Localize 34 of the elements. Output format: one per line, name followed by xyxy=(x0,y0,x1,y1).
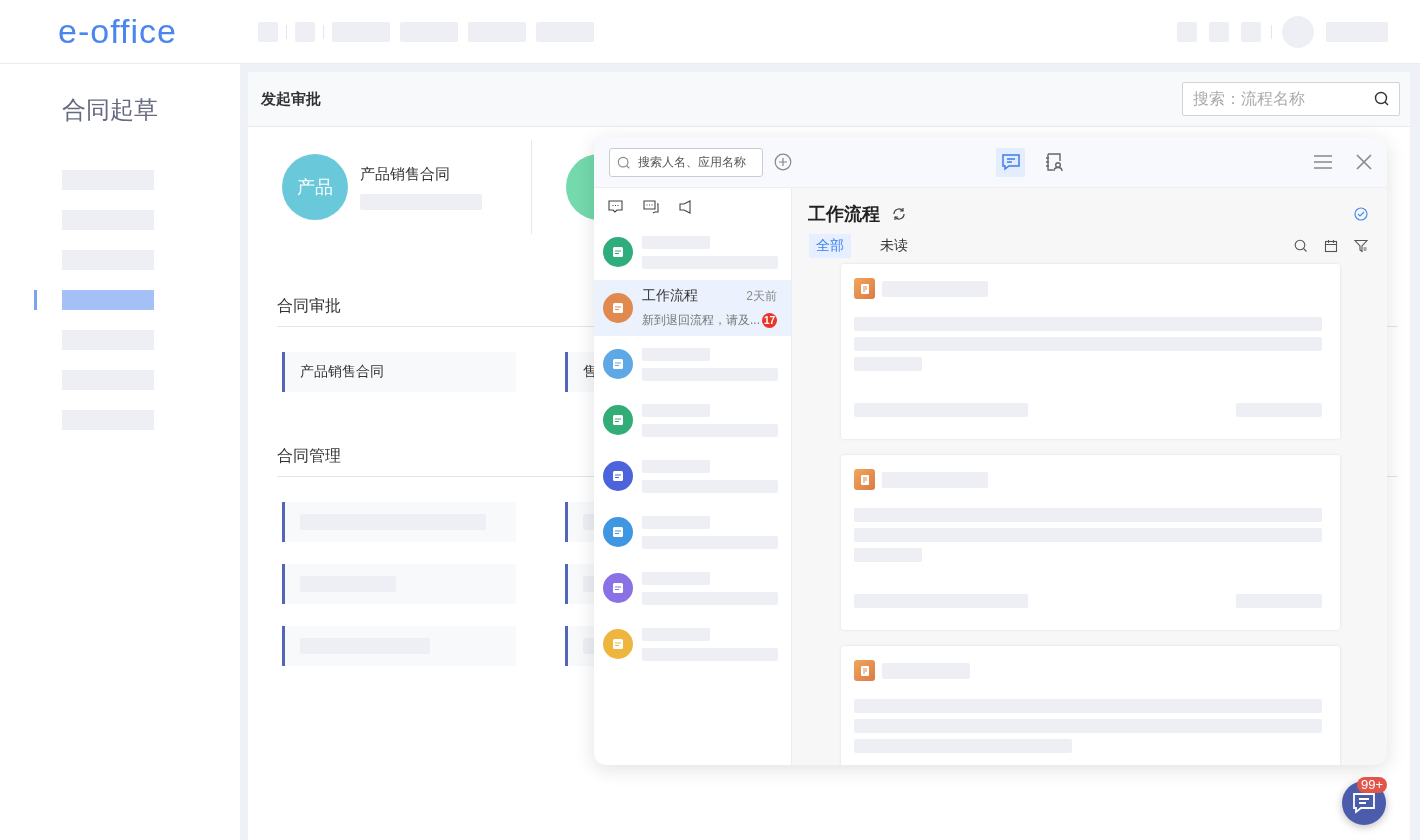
form-name[interactable]: 产品销售合同 xyxy=(360,164,482,184)
contact-book-icon xyxy=(1043,152,1064,172)
document-icon xyxy=(854,278,875,299)
unread-count: 17 xyxy=(762,313,777,328)
notification-badge: 99+ xyxy=(1357,777,1388,793)
chat-icon[interactable] xyxy=(608,200,623,214)
panel-title: 发起审批 xyxy=(261,89,321,109)
filter-icon[interactable] xyxy=(1354,239,1368,253)
document-icon xyxy=(854,660,875,681)
check-circle-icon[interactable] xyxy=(1354,207,1368,221)
menu-icon[interactable] xyxy=(1313,154,1333,170)
add-icon[interactable] xyxy=(774,153,792,171)
conversation-title: 工作流程 xyxy=(808,203,880,226)
sidebar-title: 合同起草 xyxy=(61,95,159,125)
filter-tab[interactable]: 未读 xyxy=(873,234,915,258)
search-icon[interactable] xyxy=(1374,91,1390,107)
search-icon[interactable] xyxy=(1294,239,1308,253)
form-item[interactable]: 产品销售合同 xyxy=(282,352,516,392)
close-icon[interactable] xyxy=(1355,153,1373,171)
contact-search-field[interactable]: 搜索人名、应用名称 xyxy=(609,147,763,177)
calendar-icon[interactable] xyxy=(1324,239,1338,253)
group-chat-icon[interactable] xyxy=(643,200,659,214)
chat-icon xyxy=(1352,792,1376,814)
active-indicator xyxy=(34,290,37,310)
chat-icon xyxy=(1000,152,1021,172)
conversation-item[interactable]: 工作流程 2天前 新到退回流程，请及... 17 xyxy=(594,280,791,336)
messages-tab[interactable] xyxy=(996,147,1025,177)
message-preview: 新到退回流程，请及... xyxy=(642,312,760,329)
document-icon xyxy=(854,469,875,490)
speaker-icon[interactable] xyxy=(679,200,693,214)
search-icon xyxy=(617,155,631,170)
refresh-icon[interactable] xyxy=(892,207,906,221)
logo[interactable]: e-office xyxy=(0,12,258,51)
search-field[interactable]: 搜索：流程名称 xyxy=(1182,82,1400,116)
